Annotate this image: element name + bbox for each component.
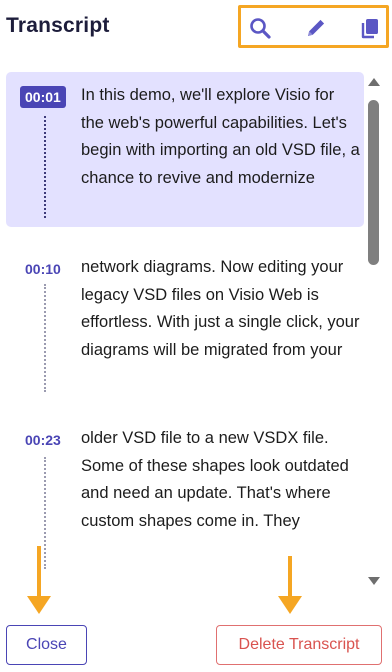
annotation-arrow-icon [278, 556, 302, 616]
timestamp[interactable]: 00:10 [20, 258, 66, 280]
copy-icon [361, 19, 378, 39]
delete-transcript-button[interactable]: Delete Transcript [216, 625, 382, 665]
pencil-icon [308, 19, 325, 36]
transcript-entry[interactable]: 00:10 network diagrams. Now editing your… [6, 244, 364, 394]
transcript-entry[interactable]: 00:01 In this demo, we'll explore Visio … [6, 72, 364, 227]
search-button[interactable] [248, 16, 272, 40]
timestamp[interactable]: 00:23 [20, 429, 66, 451]
scroll-up-icon[interactable] [368, 78, 380, 86]
toolbar-highlight [238, 5, 389, 48]
edit-button[interactable] [304, 16, 328, 40]
scrollbar[interactable] [366, 78, 382, 590]
copy-button[interactable] [358, 16, 382, 40]
transcript-list[interactable]: 00:01 In this demo, we'll explore Visio … [6, 72, 364, 580]
panel-header: Transcript [0, 0, 392, 58]
transcript-text: network diagrams. Now editing your legac… [81, 258, 360, 359]
search-icon [250, 18, 271, 39]
transcript-text: older VSD file to a new VSDX file. Some … [81, 429, 349, 530]
scrollbar-thumb[interactable] [368, 100, 379, 265]
close-button[interactable]: Close [6, 625, 87, 665]
panel-title: Transcript [6, 14, 110, 37]
transcript-entry[interactable]: 00:23 older VSD file to a new VSDX file.… [6, 415, 364, 575]
timeline-connector [44, 284, 46, 392]
transcript-text: In this demo, we'll explore Visio for th… [81, 86, 360, 187]
timestamp[interactable]: 00:01 [20, 86, 66, 108]
timeline-connector [44, 116, 46, 218]
annotation-arrow-icon [27, 546, 51, 616]
scroll-down-icon[interactable] [368, 577, 380, 585]
